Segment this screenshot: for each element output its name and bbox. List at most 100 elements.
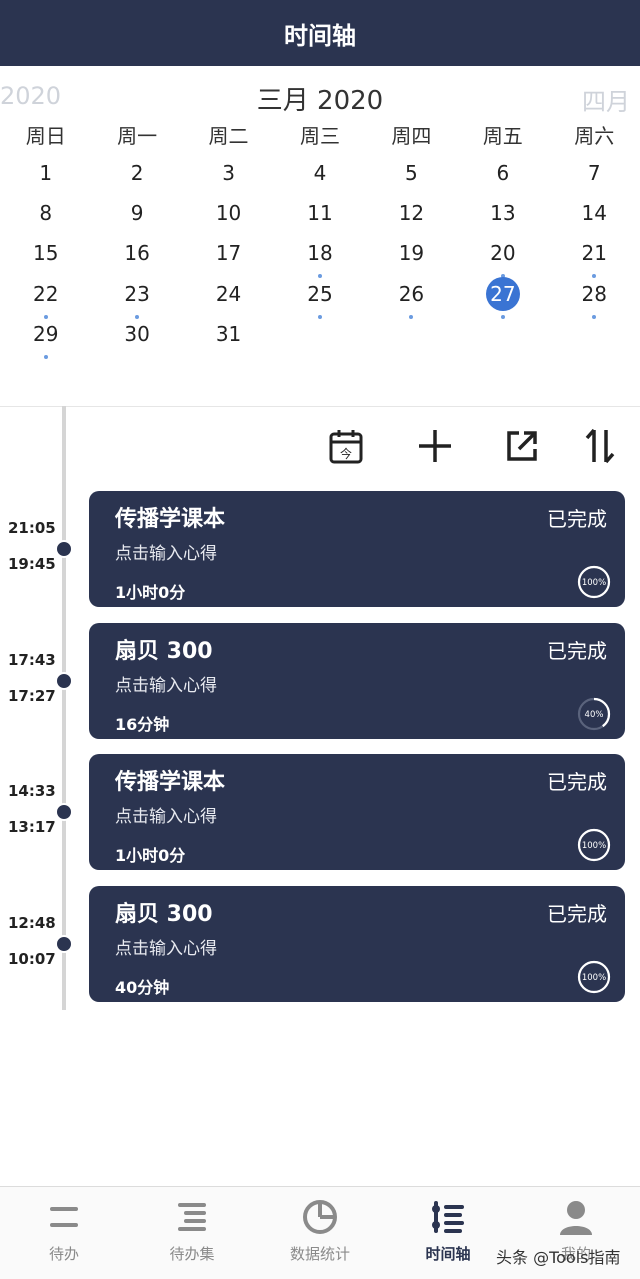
divider <box>0 406 640 407</box>
calendar-day-number: 15 <box>32 241 59 266</box>
calendar-day[interactable]: 5 <box>366 156 457 196</box>
calendar-day[interactable]: 16 <box>91 236 182 276</box>
tab-timeline[interactable]: 时间轴 <box>384 1187 512 1279</box>
calendar-day[interactable]: 13 <box>457 196 548 236</box>
calendar-day[interactable]: 2 <box>91 156 182 196</box>
record-title: 传播学课本 <box>115 770 226 795</box>
calendar-day[interactable]: 28 <box>549 277 640 319</box>
calendar-day[interactable]: 18 <box>274 236 365 279</box>
tab-label: 待办集 <box>169 1245 215 1263</box>
tab-todo-set[interactable]: 待办集 <box>128 1187 256 1279</box>
calendar-day[interactable]: 23 <box>91 277 182 319</box>
end-time: 17:43 <box>8 650 56 669</box>
calendar-day[interactable]: 22 <box>0 277 91 319</box>
calendar-day[interactable]: 31 <box>183 317 274 357</box>
calendar-day-number: 17 <box>215 241 242 266</box>
calendar-day-number: 11 <box>307 201 333 226</box>
event-dot <box>500 314 505 319</box>
calendar-day-number: 24 <box>215 281 242 306</box>
status-badge: 已完成 <box>547 507 607 531</box>
record-title: 传播学课本 <box>115 507 226 532</box>
note-input[interactable]: 点击输入心得 <box>115 802 217 827</box>
calendar-day-number: 6 <box>496 161 510 185</box>
svg-text:今: 今 <box>340 446 352 461</box>
todo-set-icon <box>178 1203 206 1231</box>
calendar-day[interactable]: 8 <box>0 196 91 236</box>
status-badge: 已完成 <box>547 901 607 926</box>
weekday-label: 周四 <box>391 124 432 148</box>
weekday-label: 周二 <box>208 124 249 148</box>
calendar-day-number: 5 <box>405 161 418 185</box>
tab-todo[interactable]: 待办 <box>0 1187 128 1279</box>
calendar-day[interactable]: 20 <box>457 236 548 279</box>
add-icon[interactable] <box>413 424 457 468</box>
calendar-day[interactable]: 29 <box>0 317 91 359</box>
calendar-day[interactable]: 25 <box>274 277 365 319</box>
record-title: 扇贝 300 <box>115 638 213 664</box>
weekday-label: 周五 <box>482 124 523 148</box>
record-card[interactable]: 传播学课本 已完成 点击输入心得 1小时0分 100% <box>89 754 625 870</box>
calendar-day[interactable]: 4 <box>274 156 365 196</box>
progress-label: 40% <box>585 710 604 720</box>
watermark-text: 头条 @Tools指南 <box>496 1248 621 1267</box>
note-input[interactable]: 点击输入心得 <box>115 539 217 564</box>
tab-statistics[interactable]: 数据统计 <box>256 1187 384 1279</box>
calendar-day[interactable]: 14 <box>549 196 640 236</box>
sort-icon[interactable] <box>578 424 622 468</box>
calendar-day[interactable]: 3 <box>183 156 274 196</box>
calendar-day[interactable]: 1 <box>0 156 91 196</box>
calendar-day-number: 18 <box>307 241 333 266</box>
timeline-node <box>55 540 73 558</box>
calendar-day-number: 23 <box>124 281 150 306</box>
calendar-day[interactable]: 30 <box>91 317 182 357</box>
calendar-day[interactable]: 27 <box>457 276 548 319</box>
weekday-label: 周六 <box>574 124 615 148</box>
calendar-day-number: 26 <box>398 281 425 306</box>
calendar-day[interactable]: 19 <box>366 236 457 276</box>
calendar-day[interactable]: 12 <box>366 196 457 236</box>
progress-ring: 100% <box>577 960 611 993</box>
calendar-day[interactable]: 6 <box>457 156 548 196</box>
note-input[interactable]: 点击输入心得 <box>115 671 217 696</box>
end-time: 21:05 <box>8 519 56 537</box>
duration-label: 1小时0分 <box>115 583 186 602</box>
app-header: 时间轴 <box>0 0 640 66</box>
progress-ring: 100% <box>577 828 611 862</box>
start-time: 17:27 <box>8 686 56 705</box>
weekday-label: 周一 <box>117 124 158 148</box>
record-card[interactable]: 扇贝 300 已完成 点击输入心得 16分钟 40% <box>89 622 625 739</box>
calendar-day[interactable]: 15 <box>0 236 91 276</box>
calendar-day[interactable]: 26 <box>366 277 457 319</box>
event-dot <box>592 314 597 319</box>
progress-ring: 40% <box>577 697 611 730</box>
calendar-day-number: 4 <box>313 161 327 185</box>
calendar-day[interactable]: 21 <box>549 236 640 279</box>
calendar-day[interactable]: 10 <box>183 196 274 236</box>
record-card[interactable]: 传播学课本 已完成 点击输入心得 1小时0分 100% <box>89 491 625 607</box>
calendar-day[interactable]: 11 <box>274 196 365 236</box>
timeline-entry: 12:48 10:07 扇贝 300 已完成 点击输入心得 40分钟 100% <box>0 885 640 1002</box>
next-month-button[interactable]: 四月 <box>582 82 630 117</box>
calendar-day[interactable]: 24 <box>183 277 274 317</box>
current-month-label: 三月 2020 <box>256 86 384 116</box>
calendar-day[interactable]: 7 <box>549 156 640 196</box>
timeline-node <box>55 803 73 821</box>
tab-label: 时间轴 <box>425 1245 471 1263</box>
calendar-day[interactable]: 9 <box>91 196 182 236</box>
calendar-today-icon[interactable]: 今 <box>324 424 368 468</box>
calendar-day-number: 28 <box>581 281 607 306</box>
export-icon[interactable] <box>500 424 544 468</box>
calendar-day-number: 14 <box>581 201 607 226</box>
calendar-day-number: 7 <box>587 161 601 185</box>
month-switcher: 2020 三月 2020 四月 <box>0 76 640 116</box>
calendar-day-number: 9 <box>130 201 144 226</box>
duration-label: 16分钟 <box>115 714 170 734</box>
tab-label: 数据统计 <box>289 1245 350 1263</box>
calendar-day-number: 25 <box>307 281 333 306</box>
calendar-day-number: 30 <box>124 321 150 346</box>
note-input[interactable]: 点击输入心得 <box>115 934 217 959</box>
record-card[interactable]: 扇贝 300 已完成 点击输入心得 40分钟 100% <box>89 885 625 1002</box>
calendar-day[interactable]: 17 <box>183 236 274 276</box>
calendar-day-number: 3 <box>222 161 235 185</box>
calendar-day-number: 2 <box>130 161 144 185</box>
